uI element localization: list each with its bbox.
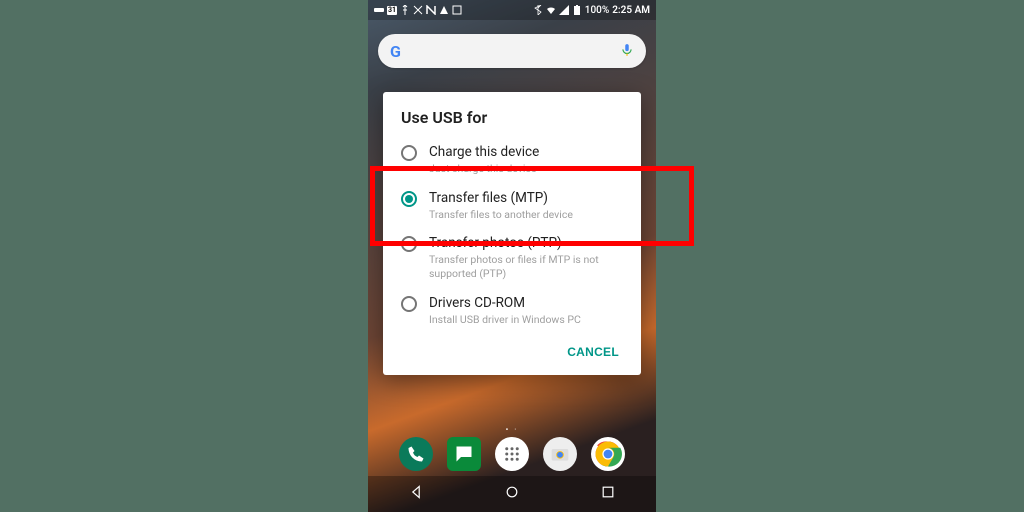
warning-icon — [439, 5, 449, 15]
option-mtp[interactable]: Transfer files (MTP) Transfer files to a… — [383, 183, 641, 229]
usb-icon — [400, 5, 410, 15]
back-button[interactable] — [408, 484, 424, 504]
option-sub: Transfer photos or files if MTP is not s… — [429, 253, 623, 280]
date-badge: 31 — [387, 6, 397, 15]
option-drivers[interactable]: Drivers CD-ROM Install USB driver in Win… — [383, 288, 641, 334]
dock — [368, 432, 656, 476]
option-label: Transfer photos (PTP) — [429, 235, 623, 251]
option-sub: Just charge this device — [429, 162, 623, 176]
option-sub: Install USB driver in Windows PC — [429, 313, 623, 327]
radio-icon — [401, 191, 417, 207]
option-label: Transfer files (MTP) — [429, 190, 623, 206]
mic-icon[interactable] — [620, 42, 634, 61]
google-logo-icon: G — [390, 42, 401, 61]
clock: 2:25 AM — [612, 5, 650, 16]
option-ptp[interactable]: Transfer photos (PTP) Transfer photos or… — [383, 228, 641, 287]
option-label: Drivers CD-ROM — [429, 295, 623, 311]
scissors-icon — [413, 5, 423, 15]
phone-app-icon[interactable] — [399, 437, 433, 471]
option-charge[interactable]: Charge this device Just charge this devi… — [383, 137, 641, 183]
camera-app-icon[interactable] — [543, 437, 577, 471]
messages-app-icon[interactable] — [447, 437, 481, 471]
nav-bar — [368, 476, 656, 512]
search-input[interactable] — [409, 44, 612, 59]
wifi-icon — [546, 5, 556, 15]
home-button[interactable] — [504, 484, 520, 504]
radio-icon — [401, 236, 417, 252]
radio-icon — [401, 145, 417, 161]
search-bar-container: G — [368, 20, 656, 76]
bluetooth-icon — [533, 5, 543, 15]
recents-button[interactable] — [600, 484, 616, 504]
option-sub: Transfer files to another device — [429, 208, 623, 222]
dialog-title: Use USB for — [383, 108, 641, 137]
screenshot-icon — [452, 5, 462, 15]
battery-icon — [572, 5, 582, 15]
cancel-button[interactable]: CANCEL — [559, 339, 627, 365]
signal-icon — [559, 5, 569, 15]
phone-frame: 31 100% 2:25 AM G Use USB for — [368, 0, 656, 512]
radio-icon — [401, 296, 417, 312]
n-icon — [426, 5, 436, 15]
app-drawer-icon[interactable] — [495, 437, 529, 471]
status-bar: 31 100% 2:25 AM — [368, 0, 656, 20]
option-label: Charge this device — [429, 144, 623, 160]
battery-pct: 100% — [585, 5, 609, 16]
notification-icon — [374, 5, 384, 15]
chrome-app-icon[interactable] — [591, 437, 625, 471]
google-search-bar[interactable]: G — [378, 34, 646, 68]
usb-dialog: Use USB for Charge this device Just char… — [383, 92, 641, 375]
